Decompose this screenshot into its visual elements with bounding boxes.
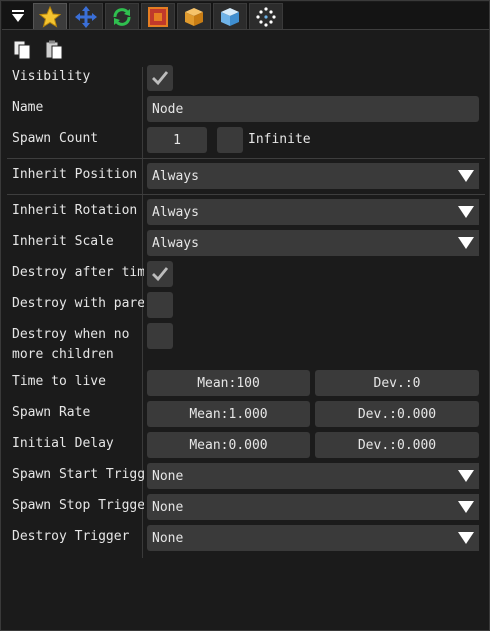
copy-icon (13, 40, 31, 60)
move-icon (75, 5, 97, 28)
inherit-rotation-value: Always (152, 204, 199, 220)
initial-delay-dev-field[interactable]: Dev.:0.000 (315, 432, 479, 458)
tab-cube[interactable] (213, 3, 247, 29)
destroy-no-children-label-line2: more children (12, 347, 114, 362)
tab-box[interactable] (177, 3, 211, 29)
destroy-after-time-checkbox[interactable] (147, 261, 173, 287)
spawn-stop-trigger-dropdown[interactable]: None (147, 494, 479, 520)
checkmark-icon (152, 71, 169, 86)
spawn-start-trigger-label: Spawn Start Trigge (12, 467, 144, 482)
copy-button[interactable] (11, 39, 33, 61)
destroy-after-time-label: Destroy after time (12, 265, 144, 280)
destroy-trigger-value: None (152, 530, 184, 546)
chevron-down-icon (453, 494, 479, 520)
inherit-rotation-label: Inherit Rotation (12, 203, 138, 218)
star-icon (39, 5, 61, 28)
node-properties-panel: Visibility Name Node Spawn Count 1 Infin… (0, 0, 490, 631)
spawn-count-field[interactable]: 1 (147, 127, 207, 153)
tab-refresh[interactable] (105, 3, 139, 29)
infinite-label: Infinite (248, 132, 311, 147)
section-separator (7, 158, 485, 159)
destroy-no-children-checkbox[interactable] (147, 323, 173, 349)
spawn-rate-dev-field[interactable]: Dev.:0.000 (315, 401, 479, 427)
inherit-position-value: Always (152, 168, 199, 184)
chevron-down-icon (453, 199, 479, 225)
column-divider (142, 67, 143, 558)
paste-icon (45, 40, 63, 60)
infinite-checkbox[interactable] (217, 127, 243, 153)
inherit-position-label: Inherit Position (12, 167, 138, 182)
tab-particles[interactable] (249, 3, 283, 29)
box-icon (185, 7, 203, 26)
scale-icon (148, 6, 168, 27)
chevron-down-icon (453, 525, 479, 551)
destroy-no-children-label-line1: Destroy when no (12, 327, 130, 342)
chevron-down-icon (453, 163, 479, 189)
name-label: Name (12, 100, 44, 115)
tab-bar (2, 2, 489, 30)
destroy-with-parent-label: Destroy with paren (12, 296, 144, 311)
tab-scale[interactable] (141, 3, 175, 29)
spawn-stop-trigger-label: Spawn Stop Trigger (12, 498, 144, 513)
inherit-scale-dropdown[interactable]: Always (147, 230, 479, 256)
inherit-scale-label: Inherit Scale (12, 234, 114, 249)
inherit-rotation-dropdown[interactable]: Always (147, 199, 479, 225)
section-separator (7, 194, 485, 195)
name-field[interactable]: Node (147, 96, 479, 122)
inherit-scale-value: Always (152, 235, 199, 251)
visibility-checkbox[interactable] (147, 65, 173, 91)
tab-menu-button[interactable] (5, 4, 31, 28)
time-to-live-mean-field[interactable]: Mean:100 (147, 370, 310, 396)
paste-button[interactable] (43, 39, 65, 61)
chevron-down-icon (453, 230, 479, 256)
destroy-with-parent-checkbox[interactable] (147, 292, 173, 318)
spawn-rate-mean-field[interactable]: Mean:1.000 (147, 401, 310, 427)
visibility-label: Visibility (12, 69, 91, 84)
inherit-position-dropdown[interactable]: Always (147, 163, 479, 189)
tab-star[interactable] (33, 3, 67, 29)
spawn-rate-label: Spawn Rate (12, 405, 91, 420)
time-to-live-dev-field[interactable]: Dev.:0 (315, 370, 479, 396)
menu-line-icon (12, 10, 24, 12)
time-to-live-label: Time to live (12, 374, 106, 389)
cube-icon (221, 7, 239, 26)
destroy-trigger-dropdown[interactable]: None (147, 525, 479, 551)
triangle-down-icon (12, 14, 24, 22)
tab-move[interactable] (69, 3, 103, 29)
chevron-down-icon (453, 463, 479, 489)
destroy-trigger-label: Destroy Trigger (12, 529, 130, 544)
spawn-start-trigger-value: None (152, 468, 184, 484)
particles-icon (256, 6, 276, 27)
spawn-stop-trigger-value: None (152, 499, 184, 515)
checkmark-icon (152, 267, 169, 282)
spawn-count-label: Spawn Count (12, 131, 99, 146)
refresh-icon (113, 7, 131, 26)
initial-delay-mean-field[interactable]: Mean:0.000 (147, 432, 310, 458)
initial-delay-label: Initial Delay (12, 436, 114, 451)
spawn-start-trigger-dropdown[interactable]: None (147, 463, 479, 489)
